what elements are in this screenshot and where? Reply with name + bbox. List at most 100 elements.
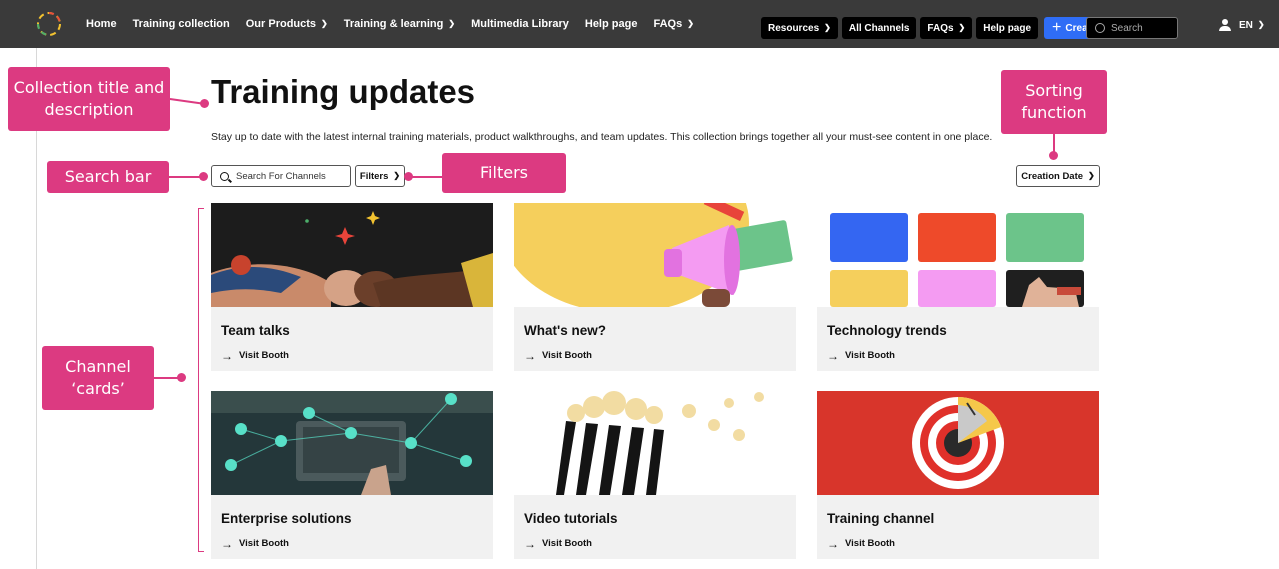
card-title: Video tutorials: [524, 511, 618, 526]
card-thumbnail-video-tutorials: [514, 391, 796, 495]
nav-item-multimedia-library[interactable]: Multimedia Library: [471, 18, 569, 30]
channel-card[interactable]: Enterprise solutions → Visit Booth: [211, 391, 493, 559]
card-title: What's new?: [524, 323, 606, 338]
card-thumbnail-training-channel: [817, 391, 1099, 495]
bracket-line: [198, 551, 204, 553]
bracket-line: [198, 208, 200, 552]
chevron-down-icon: ❯: [1088, 170, 1095, 180]
chevron-down-icon: ❯: [321, 18, 328, 28]
link-label: Visit Booth: [239, 538, 289, 549]
help-page-button[interactable]: Help page: [976, 17, 1039, 39]
link-label: Visit Booth: [845, 350, 895, 361]
callout-filters: Filters: [442, 153, 566, 193]
arrow-right-icon: →: [827, 348, 839, 363]
callout-connector: [169, 176, 202, 178]
callout-search-bar: Search bar: [47, 161, 169, 193]
sort-label: Creation Date: [1021, 170, 1084, 182]
callout-dot: [1049, 151, 1058, 160]
callout-connector: [169, 98, 204, 105]
link-label: Visit Booth: [542, 538, 592, 549]
chevron-down-icon: ❯: [393, 170, 401, 180]
nav-item-our-products[interactable]: Our Products ❯: [246, 18, 328, 30]
user-menu[interactable]: EN ❯: [1219, 19, 1265, 31]
link-label: Visit Booth: [239, 350, 289, 361]
nav-label: Home: [86, 18, 117, 30]
user-icon: [1219, 19, 1231, 31]
channel-card[interactable]: What's new? → Visit Booth: [514, 203, 796, 371]
channel-card[interactable]: Video tutorials → Visit Booth: [514, 391, 796, 559]
nav-label: Training & learning: [343, 18, 444, 30]
logo-icon[interactable]: [36, 11, 62, 37]
card-title: Team talks: [221, 323, 290, 338]
card-thumbnail-team-talks: [211, 203, 493, 307]
card-thumbnail-enterprise-solutions: [211, 391, 493, 495]
callout-dot: [200, 99, 209, 108]
resources-button[interactable]: Resources ❯: [761, 17, 838, 39]
faqs-button[interactable]: FAQs ❯: [920, 17, 973, 39]
top-navigation-bar: Home Training collection Our Products ❯ T…: [0, 0, 1279, 48]
arrow-right-icon: →: [524, 348, 536, 363]
nav-label: FAQs: [653, 18, 683, 30]
nav-label: Help page: [584, 18, 638, 30]
chevron-down-icon: ❯: [448, 18, 456, 28]
sort-dropdown[interactable]: Creation Date ❯: [1016, 165, 1100, 187]
page-title: Training updates: [211, 73, 476, 110]
search-placeholder: Search For Channels: [236, 170, 326, 182]
nav-label: Multimedia Library: [471, 18, 569, 30]
primary-nav: Home Training collection Our Products ❯ T…: [86, 0, 710, 48]
visit-booth-link[interactable]: → Visit Booth: [221, 348, 289, 363]
plus-icon: +: [1052, 19, 1062, 36]
search-icon: [220, 171, 229, 181]
chevron-down-icon: ❯: [1257, 19, 1265, 29]
collection-description: Stay up to date with the latest internal…: [211, 131, 993, 143]
search-icon: [1095, 23, 1105, 33]
callout-connector: [412, 176, 442, 178]
visit-booth-link[interactable]: → Visit Booth: [827, 536, 895, 551]
arrow-right-icon: →: [221, 536, 233, 551]
pill-label: Help page: [983, 22, 1032, 34]
bracket-line: [198, 208, 204, 210]
visit-booth-link[interactable]: → Visit Booth: [221, 536, 289, 551]
nav-item-home[interactable]: Home: [86, 18, 117, 30]
global-search-input[interactable]: Search: [1086, 17, 1178, 39]
callout-collection-title: Collection title and description: [8, 67, 170, 131]
link-label: Visit Booth: [542, 350, 592, 361]
channel-search-input[interactable]: Search For Channels: [211, 165, 351, 187]
card-thumbnail-technology-trends: [817, 203, 1099, 307]
link-label: Visit Booth: [845, 538, 895, 549]
nav-item-training-learning[interactable]: Training & learning ❯: [344, 18, 455, 30]
language-selector[interactable]: EN ❯: [1239, 20, 1265, 31]
channel-card[interactable]: Technology trends → Visit Booth: [817, 203, 1099, 371]
arrow-right-icon: →: [827, 536, 839, 551]
search-placeholder: Search: [1111, 22, 1143, 34]
card-title: Technology trends: [827, 323, 947, 338]
visit-booth-link[interactable]: → Visit Booth: [524, 348, 592, 363]
pill-label: FAQs: [927, 22, 954, 34]
arrow-right-icon: →: [221, 348, 233, 363]
chevron-down-icon: ❯: [687, 18, 694, 28]
card-thumbnail-whats-new: [514, 203, 796, 307]
chevron-down-icon: ❯: [824, 22, 831, 32]
visit-booth-link[interactable]: → Visit Booth: [524, 538, 592, 550]
chevron-down-icon: ❯: [958, 22, 966, 32]
nav-item-help-page[interactable]: Help page: [585, 18, 638, 30]
language-label: EN: [1239, 19, 1253, 31]
card-title: Enterprise solutions: [221, 511, 352, 526]
pill-label: All Channels: [848, 22, 910, 34]
nav-item-faqs[interactable]: FAQs ❯: [653, 18, 693, 30]
callout-dot: [177, 373, 186, 382]
callout-sorting: Sorting function: [1001, 70, 1107, 134]
visit-booth-link[interactable]: → Visit Booth: [827, 348, 895, 363]
all-channels-button[interactable]: All Channels: [841, 17, 917, 39]
filters-button[interactable]: Filters ❯: [355, 165, 405, 187]
nav-label: Our Products: [245, 18, 317, 30]
secondary-nav: Resources ❯ All Channels FAQs ❯ Help page …: [761, 17, 1105, 39]
channel-card[interactable]: Team talks → Visit Booth: [211, 203, 493, 371]
callout-dot: [199, 172, 208, 181]
filters-label: Filters: [359, 170, 389, 182]
channel-card[interactable]: Training channel → Visit Booth: [817, 391, 1099, 559]
callout-channel-cards: Channel ‘cards’: [42, 346, 154, 410]
nav-label: Training collection: [132, 18, 230, 30]
nav-item-training-collection[interactable]: Training collection: [133, 18, 230, 30]
callout-connector: [154, 377, 178, 379]
